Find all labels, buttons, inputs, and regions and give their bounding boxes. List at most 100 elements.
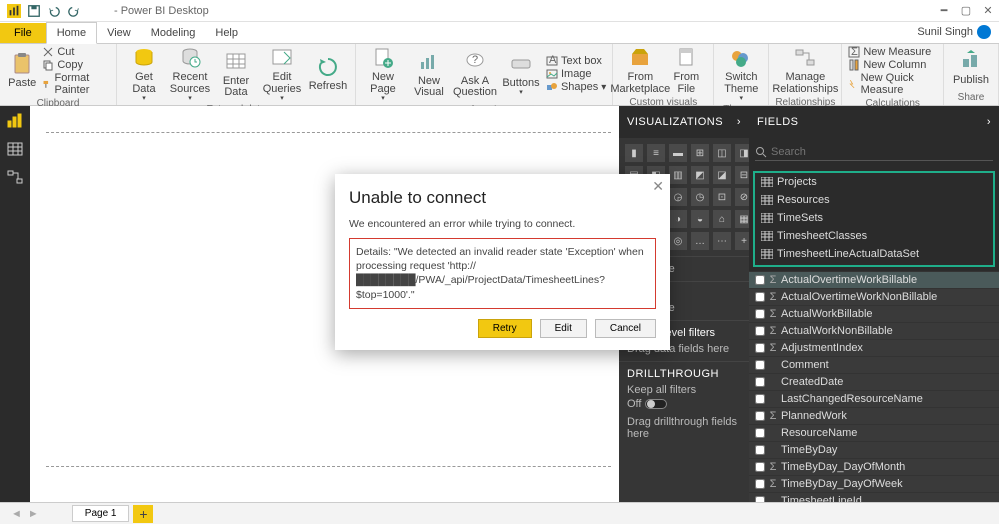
format-painter-button[interactable]: Format Painter bbox=[42, 72, 110, 96]
viz-type-9[interactable]: ◩ bbox=[691, 166, 709, 184]
table-Projects[interactable]: Projects bbox=[755, 173, 993, 191]
new-visual-button[interactable]: New Visual bbox=[408, 50, 450, 99]
chevron-right-icon: › bbox=[987, 116, 991, 128]
tab-modeling[interactable]: Modeling bbox=[141, 23, 206, 43]
refresh-button[interactable]: Refresh bbox=[307, 55, 349, 93]
edit-button[interactable]: Edit bbox=[540, 319, 587, 338]
switch-theme-button[interactable]: Switch Theme▾ bbox=[720, 46, 762, 102]
table-Resources[interactable]: Resources bbox=[755, 191, 993, 209]
window-title: - Power BI Desktop bbox=[114, 5, 209, 17]
viz-type-22[interactable]: ⌂ bbox=[713, 210, 731, 228]
save-icon[interactable] bbox=[27, 4, 41, 18]
status-bar: ◄ ► Page 1 + bbox=[0, 502, 999, 524]
tab-home[interactable]: Home bbox=[46, 22, 97, 44]
viz-type-2[interactable]: ▬ bbox=[669, 144, 687, 162]
viz-type-3[interactable]: ⊞ bbox=[691, 144, 709, 162]
tab-view[interactable]: View bbox=[97, 23, 141, 43]
group-external-data: Get Data▾ Recent Sources▾ Enter Data Edi… bbox=[117, 44, 356, 105]
field-Comment[interactable]: Comment bbox=[749, 356, 999, 373]
viz-type-0[interactable]: ▮ bbox=[625, 144, 643, 162]
error-dialog: ✕ Unable to connect We encountered an er… bbox=[335, 174, 670, 350]
recent-sources-button[interactable]: Recent Sources▾ bbox=[169, 46, 211, 102]
from-file-button[interactable]: From File bbox=[665, 46, 707, 95]
svg-text:A: A bbox=[549, 55, 557, 66]
field-ActualOvertimeWorkNonBillable[interactable]: ΣActualOvertimeWorkNonBillable bbox=[749, 288, 999, 305]
tab-file[interactable]: File bbox=[0, 23, 46, 43]
page-tab[interactable]: Page 1 bbox=[72, 505, 130, 522]
viz-type-26[interactable]: ◎ bbox=[669, 232, 687, 250]
fields-header[interactable]: FIELDS› bbox=[749, 106, 999, 138]
buttons-button[interactable]: Buttons▾ bbox=[500, 52, 542, 97]
field-ActualWorkNonBillable[interactable]: ΣActualWorkNonBillable bbox=[749, 322, 999, 339]
viz-type-4[interactable]: ◫ bbox=[713, 144, 731, 162]
add-page-button[interactable]: + bbox=[133, 505, 153, 523]
user-label[interactable]: Sunil Singh bbox=[909, 21, 999, 43]
field-TimeByDay[interactable]: TimeByDay bbox=[749, 441, 999, 458]
undo-icon[interactable] bbox=[47, 4, 61, 18]
page-prev[interactable]: ◄ bbox=[8, 508, 25, 520]
visualizations-header[interactable]: VISUALIZATIONS› bbox=[619, 106, 749, 138]
cancel-button[interactable]: Cancel bbox=[595, 319, 656, 338]
close-icon[interactable]: ✕ bbox=[981, 4, 995, 17]
redo-icon[interactable] bbox=[67, 4, 81, 18]
view-rail bbox=[0, 106, 30, 502]
get-data-button[interactable]: Get Data▾ bbox=[123, 46, 165, 102]
enter-data-button[interactable]: Enter Data bbox=[215, 50, 257, 99]
field-LastChangedResourceName[interactable]: LastChangedResourceName bbox=[749, 390, 999, 407]
page-next[interactable]: ► bbox=[25, 508, 42, 520]
maximize-icon[interactable]: ▢ bbox=[959, 4, 973, 17]
table-TimesheetLineActualDataSet[interactable]: TimesheetLineActualDataSet bbox=[755, 245, 993, 263]
publish-button[interactable]: Publish bbox=[950, 49, 992, 87]
model-view-button[interactable] bbox=[6, 168, 24, 186]
viz-type-8[interactable]: ▥ bbox=[669, 166, 687, 184]
field-AdjustmentIndex[interactable]: ΣAdjustmentIndex bbox=[749, 339, 999, 356]
dialog-close-button[interactable]: ✕ bbox=[652, 178, 664, 195]
copy-button[interactable]: Copy bbox=[42, 59, 110, 71]
data-view-button[interactable] bbox=[6, 140, 24, 158]
field-CreatedDate[interactable]: CreatedDate bbox=[749, 373, 999, 390]
shapes-button[interactable]: Shapes ▾ bbox=[546, 81, 606, 93]
table-TimesheetClasses[interactable]: TimesheetClasses bbox=[755, 227, 993, 245]
field-TimesheetLineId[interactable]: TimesheetLineId bbox=[749, 492, 999, 502]
viz-type-21[interactable]: ◒ bbox=[691, 210, 709, 228]
cut-button[interactable]: Cut bbox=[42, 46, 110, 58]
textbox-button[interactable]: AText box bbox=[546, 55, 606, 67]
viz-type-1[interactable]: ≡ bbox=[647, 144, 665, 162]
viz-type-15[interactable]: ◷ bbox=[691, 188, 709, 206]
ask-question-button[interactable]: ?Ask A Question bbox=[454, 50, 496, 99]
field-TimeByDay_DayOfMonth[interactable]: ΣTimeByDay_DayOfMonth bbox=[749, 458, 999, 475]
fields-list: ProjectsResourcesTimeSetsTimesheetClasse… bbox=[749, 167, 999, 502]
viz-type-10[interactable]: ◪ bbox=[713, 166, 731, 184]
search-icon bbox=[755, 146, 767, 158]
group-calculations: ΣNew Measure New Column New Quick Measur… bbox=[842, 44, 944, 105]
viz-type-16[interactable]: ⊡ bbox=[713, 188, 731, 206]
fields-search[interactable] bbox=[755, 144, 993, 161]
viz-type-20[interactable]: ◑ bbox=[669, 210, 687, 228]
from-marketplace-button[interactable]: From Marketplace bbox=[619, 46, 661, 95]
edit-queries-button[interactable]: Edit Queries▾ bbox=[261, 46, 303, 102]
window-controls: ━ ▢ ✕ bbox=[937, 4, 995, 17]
keep-filters-toggle[interactable] bbox=[645, 399, 667, 409]
report-view-button[interactable] bbox=[6, 112, 24, 130]
viz-type-27[interactable]: … bbox=[691, 232, 709, 250]
search-input[interactable] bbox=[771, 146, 993, 158]
image-button[interactable]: Image bbox=[546, 68, 606, 80]
viz-type-28[interactable]: ⋯ bbox=[713, 232, 731, 250]
field-TimeByDay_DayOfWeek[interactable]: ΣTimeByDay_DayOfWeek bbox=[749, 475, 999, 492]
tab-help[interactable]: Help bbox=[205, 23, 248, 43]
field-ResourceName[interactable]: ResourceName bbox=[749, 424, 999, 441]
table-TimeSets[interactable]: TimeSets bbox=[755, 209, 993, 227]
paste-button[interactable]: Paste bbox=[6, 52, 38, 90]
new-page-button[interactable]: New Page▾ bbox=[362, 46, 404, 102]
manage-relationships-button[interactable]: Manage Relationships bbox=[776, 46, 834, 95]
drillthrough[interactable]: DRILLTHROUGH Keep all filters Off Drag d… bbox=[619, 361, 749, 446]
field-ActualOvertimeWorkBillable[interactable]: ΣActualOvertimeWorkBillable bbox=[749, 271, 999, 288]
viz-type-14[interactable]: ◶ bbox=[669, 188, 687, 206]
new-quick-measure-button[interactable]: New Quick Measure bbox=[848, 72, 937, 96]
minimize-icon[interactable]: ━ bbox=[937, 4, 951, 17]
retry-button[interactable]: Retry bbox=[478, 319, 532, 338]
field-ActualWorkBillable[interactable]: ΣActualWorkBillable bbox=[749, 305, 999, 322]
new-measure-button[interactable]: ΣNew Measure bbox=[848, 46, 937, 58]
new-column-button[interactable]: New Column bbox=[848, 59, 937, 71]
field-PlannedWork[interactable]: ΣPlannedWork bbox=[749, 407, 999, 424]
